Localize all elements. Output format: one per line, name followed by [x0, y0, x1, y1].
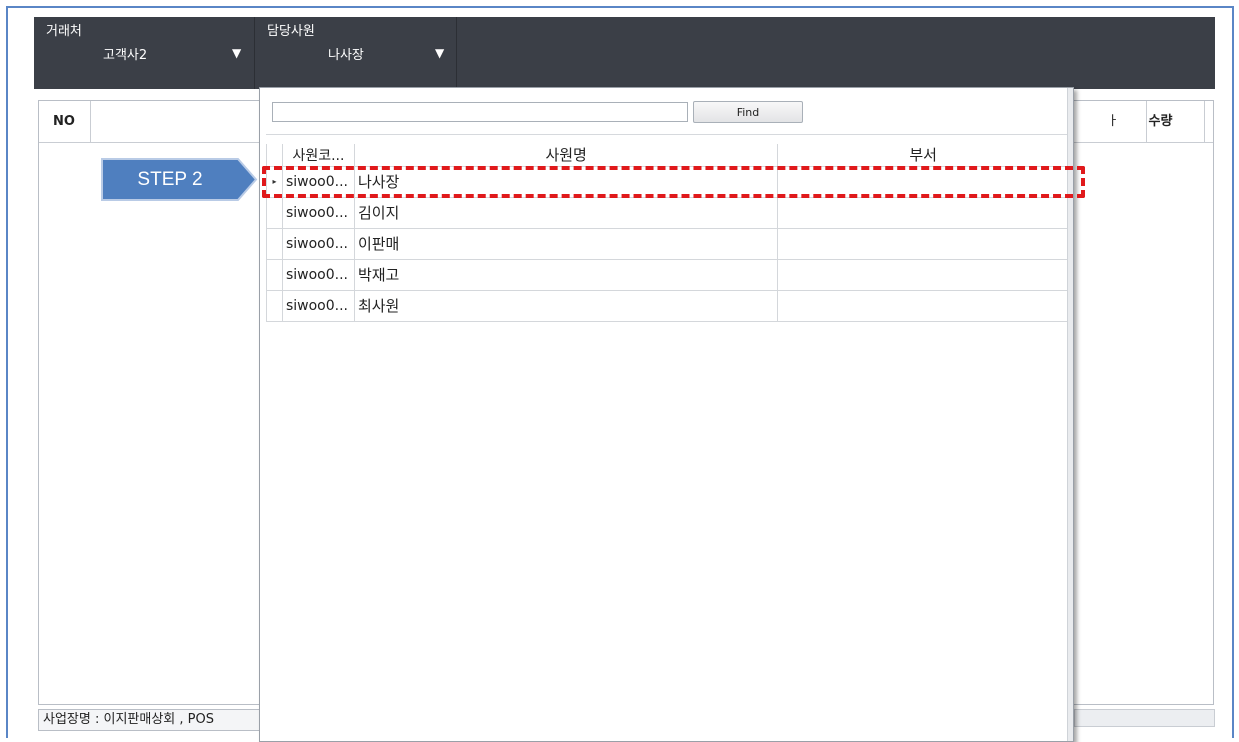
row-selector — [266, 228, 283, 260]
employee-value: 나사장 — [328, 48, 364, 63]
customer-value: 고객사2 — [103, 48, 148, 63]
employee-department — [777, 228, 1069, 260]
dropdown-arrow-icon[interactable]: ▼ — [435, 46, 444, 60]
employee-table-header: 사원코... 사원명 부서 — [266, 144, 1069, 167]
current-row-marker-icon: ▸ — [266, 166, 283, 198]
customer-selector[interactable]: 거래처 고객사2 ▼ — [34, 17, 255, 89]
employee-department — [777, 166, 1069, 198]
horizontal-scrollbar[interactable] — [1074, 709, 1215, 727]
employee-table: 사원코... 사원명 부서 ▸ siwoo0... 나사장 siwoo0... … — [266, 144, 1069, 322]
employee-code: siwoo0... — [282, 197, 355, 229]
employee-department — [777, 197, 1069, 229]
divider — [266, 134, 1069, 135]
employee-department — [777, 259, 1069, 291]
step-callout: STEP 2 — [100, 157, 258, 202]
employee-selector[interactable]: 담당사원 나사장 ▼ — [255, 17, 457, 89]
employee-name: 김이지 — [354, 197, 779, 229]
employee-row[interactable]: siwoo0... 박재고 — [266, 259, 1069, 291]
filter-header: 거래처 고객사2 ▼ 담당사원 나사장 ▼ — [34, 17, 1215, 89]
customer-label: 거래처 — [46, 24, 82, 39]
employee-search-input[interactable] — [272, 102, 688, 122]
employee-row[interactable]: siwoo0... 이판매 — [266, 228, 1069, 260]
row-selector — [266, 259, 283, 291]
column-header-quantity[interactable]: 수량 — [1117, 101, 1205, 143]
row-selector — [266, 290, 283, 322]
employee-name: 이판매 — [354, 228, 779, 260]
employee-dropdown-popup: Find 사원코... 사원명 부서 ▸ siwoo0... 나사장 siwoo… — [259, 87, 1074, 742]
vertical-scrollbar[interactable] — [1067, 88, 1073, 741]
find-button[interactable]: Find — [693, 101, 803, 123]
dropdown-arrow-icon[interactable]: ▼ — [232, 46, 241, 60]
column-header-employee-code[interactable]: 사원코... — [281, 144, 355, 167]
employee-code: siwoo0... — [282, 259, 355, 291]
employee-department — [777, 290, 1069, 322]
employee-row[interactable]: siwoo0... 최사원 — [266, 290, 1069, 322]
step-label: STEP 2 — [137, 169, 203, 190]
employee-name: 최사원 — [354, 290, 779, 322]
employee-code: siwoo0... — [282, 166, 355, 198]
row-selector — [266, 197, 283, 229]
employee-row[interactable]: siwoo0... 김이지 — [266, 197, 1069, 229]
employee-row[interactable]: ▸ siwoo0... 나사장 — [266, 166, 1069, 198]
employee-name: 나사장 — [354, 166, 779, 198]
employee-code: siwoo0... — [282, 228, 355, 260]
column-header-no[interactable]: NO — [39, 101, 91, 143]
employee-code: siwoo0... — [282, 290, 355, 322]
column-header-department[interactable]: 부서 — [777, 144, 1069, 167]
employee-name: 박재고 — [354, 259, 779, 291]
status-bar: 사업장명 : 이지판매상회 , POS — [38, 709, 262, 731]
employee-label: 담당사원 — [267, 24, 315, 39]
row-selector-header — [266, 144, 283, 167]
column-header-employee-name[interactable]: 사원명 — [353, 144, 779, 167]
